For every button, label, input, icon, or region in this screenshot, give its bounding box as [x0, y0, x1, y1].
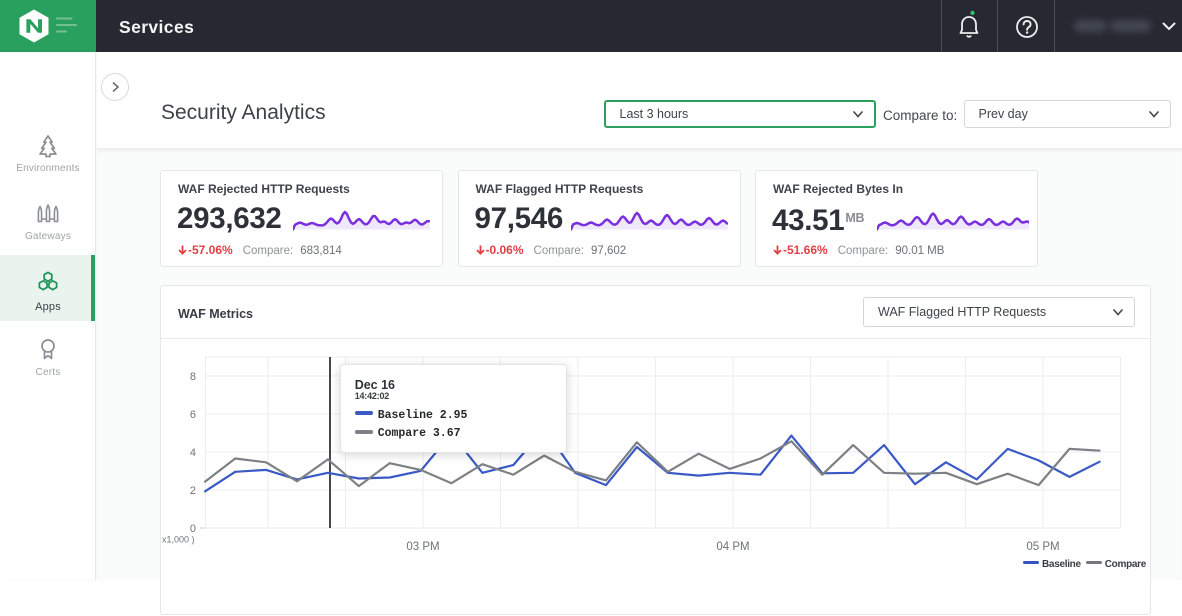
svg-text:6: 6 — [190, 409, 196, 421]
svg-text:03 PM: 03 PM — [406, 541, 439, 553]
svg-text:2: 2 — [190, 485, 196, 497]
svg-text:x1,000 ): x1,000 ) — [162, 535, 195, 545]
svg-text:0: 0 — [190, 523, 196, 535]
svg-text:05 PM: 05 PM — [1026, 541, 1059, 553]
svg-text:4: 4 — [190, 447, 196, 459]
svg-text:04 PM: 04 PM — [716, 541, 749, 553]
svg-text:8: 8 — [190, 371, 196, 383]
